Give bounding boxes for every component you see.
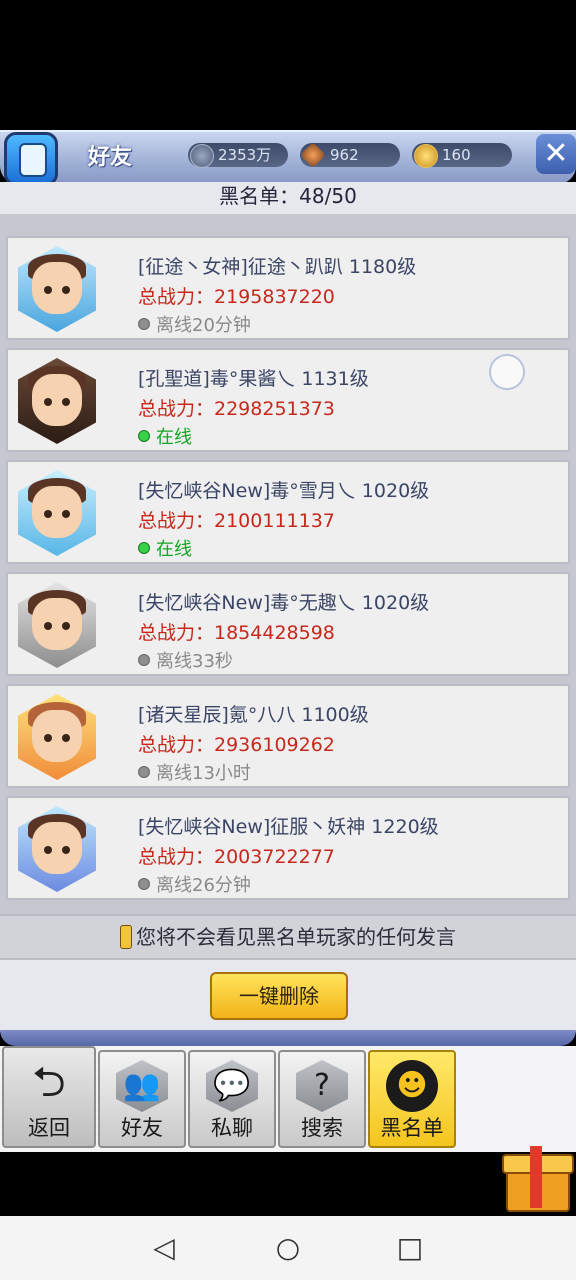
player-power: 总战力：2003722277	[138, 846, 335, 868]
close-button[interactable]: ✕	[536, 134, 576, 174]
offline-dot-icon	[138, 766, 150, 778]
player-power: 总战力：1854428598	[138, 622, 335, 644]
back-button[interactable]: ⮌ 返回	[2, 1046, 96, 1148]
panel-bottom-frame	[0, 1030, 576, 1046]
list-item[interactable]: [失忆峡谷New]毒°雪月乀 1020级 总战力：2100111137 在线	[6, 460, 570, 564]
tab-blacklist[interactable]: ☻ 黑名单	[368, 1050, 456, 1148]
player-power: 总战力：2195837220	[138, 286, 335, 308]
avatar[interactable]	[14, 466, 100, 560]
tab-blacklist-label: 黑名单	[380, 1116, 444, 1140]
offline-dot-icon	[138, 318, 150, 330]
diamond-crystal-icon	[300, 142, 326, 168]
player-status: 离线26分钟	[138, 871, 251, 897]
player-status: 在线	[138, 423, 192, 449]
player-status: 离线20分钟	[138, 311, 251, 337]
devil-face-icon: ☻	[386, 1060, 438, 1112]
player-name: [征途丶女神]征途丶趴趴 1180级	[138, 256, 417, 278]
player-power: 总战力：2298251373	[138, 398, 335, 420]
resource-diamond-value: 962	[330, 146, 359, 164]
online-dot-icon	[138, 542, 150, 554]
nav-back-triangle-icon[interactable]: ◁	[148, 1232, 180, 1264]
delete-all-button[interactable]: 一键删除	[210, 972, 348, 1020]
blacklist-list[interactable]: [征途丶女神]征途丶趴趴 1180级 总战力：2195837220 离线20分钟…	[0, 214, 576, 914]
player-status: 离线33秒	[138, 647, 233, 673]
back-label: 返回	[28, 1116, 70, 1140]
avatar[interactable]	[14, 242, 100, 336]
gift-box-button[interactable]	[500, 1140, 574, 1212]
page-title: 好友	[88, 145, 133, 170]
offline-dot-icon	[138, 878, 150, 890]
player-power: 总战力：2100111137	[138, 510, 335, 532]
gold-coin-icon	[414, 144, 438, 168]
list-item[interactable]: [诸天星辰]氪°八八 1100级 总战力：2936109262 离线13小时	[6, 684, 570, 788]
avatar[interactable]	[14, 578, 100, 672]
offline-dot-icon	[138, 654, 150, 666]
exclamation-icon	[120, 924, 132, 949]
tab-friends[interactable]: 👥 好友	[98, 1050, 186, 1148]
chat-bubble-icon: 💬	[206, 1060, 258, 1112]
search-icon: ?	[296, 1060, 348, 1112]
player-name: [失忆峡谷New]毒°雪月乀 1020级	[138, 480, 430, 502]
tab-private-chat[interactable]: 💬 私聊	[188, 1050, 276, 1148]
friends-logo-icon	[4, 132, 58, 186]
player-name: [失忆峡谷New]征服丶妖神 1220级	[138, 816, 439, 838]
resource-gold: 160	[412, 143, 512, 168]
tab-search-label: 搜索	[301, 1116, 343, 1140]
resource-diamond: 962	[300, 142, 400, 168]
close-icon: ✕	[543, 136, 569, 171]
resource-power: 2353万	[188, 143, 288, 168]
list-item[interactable]: [失忆峡谷New]毒°无趣乀 1020级 总战力：1854428598 离线33…	[6, 572, 570, 676]
list-item[interactable]: [失忆峡谷New]征服丶妖神 1220级 总战力：2003722277 离线26…	[6, 796, 570, 900]
tab-search[interactable]: ? 搜索	[278, 1050, 366, 1148]
list-item[interactable]: [孔聖道]毒°果酱乀 1131级 总战力：2298251373 在线	[6, 348, 570, 452]
resource-power-value: 2353万	[218, 146, 272, 164]
nav-recents-square-icon[interactable]: □	[394, 1232, 426, 1264]
tab-friends-label: 好友	[121, 1116, 163, 1140]
nav-home-circle-icon[interactable]: ○	[272, 1232, 304, 1264]
player-name: [诸天星辰]氪°八八 1100级	[138, 704, 369, 726]
back-arrow-icon: ⮌	[32, 1057, 66, 1106]
player-status: 离线13小时	[138, 759, 251, 785]
list-item[interactable]: [征途丶女神]征途丶趴趴 1180级 总战力：2195837220 离线20分钟	[6, 236, 570, 340]
player-name: [孔聖道]毒°果酱乀 1131级	[138, 368, 369, 390]
avatar[interactable]	[14, 690, 100, 784]
player-power: 总战力：2936109262	[138, 734, 335, 756]
power-orb-icon	[190, 144, 214, 168]
player-name: [失忆峡谷New]毒°无趣乀 1020级	[138, 592, 430, 614]
touch-indicator	[489, 354, 525, 390]
avatar[interactable]	[14, 354, 100, 448]
player-status: 在线	[138, 535, 192, 561]
blacklist-count: 黑名单：48/50	[219, 184, 357, 208]
gift-icon	[530, 1146, 542, 1208]
blacklist-notice: 您将不会看见黑名单玩家的任何发言	[0, 914, 576, 960]
resource-gold-value: 160	[442, 146, 471, 164]
tab-chat-label: 私聊	[211, 1116, 253, 1140]
users-icon: 👥	[116, 1060, 168, 1112]
avatar[interactable]	[14, 802, 100, 896]
online-dot-icon	[138, 430, 150, 442]
